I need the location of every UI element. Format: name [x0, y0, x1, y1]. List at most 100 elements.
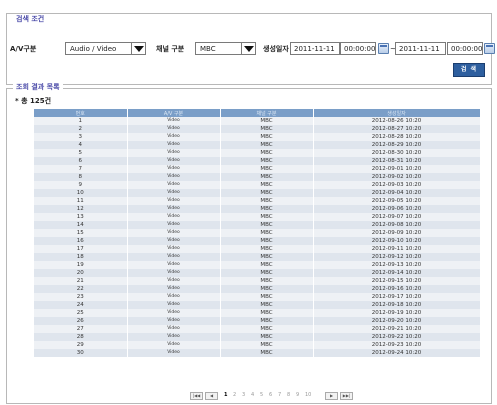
next-page-button[interactable]: ▶: [325, 392, 338, 400]
av-type-label: A/V구분: [10, 45, 37, 53]
cell-channel: MBC: [220, 253, 314, 261]
cell-av-type: Video: [127, 349, 221, 357]
table-row[interactable]: 26 Video MBC 2012-09-20 10:20: [34, 317, 481, 325]
from-date-input[interactable]: 2011-11-11: [290, 42, 340, 55]
cell-av-type: Video: [127, 277, 221, 285]
table-row[interactable]: 3 Video MBC 2012-08-28 10:20: [34, 133, 481, 141]
table-row[interactable]: 11 Video MBC 2012-09-05 10:20: [34, 197, 481, 205]
cell-av-type: Video: [127, 149, 221, 157]
table-row[interactable]: 4 Video MBC 2012-08-29 10:20: [34, 141, 481, 149]
cell-channel: MBC: [220, 317, 314, 325]
cell-number: 13: [34, 213, 128, 221]
cell-created-date: 2012-09-24 10:20: [313, 349, 481, 357]
channel-value: MBC: [200, 45, 216, 53]
channel-select[interactable]: MBC: [195, 42, 256, 55]
cell-channel: MBC: [220, 261, 314, 269]
page-number-link[interactable]: 6: [269, 392, 272, 398]
page-number-link[interactable]: 5: [260, 392, 263, 398]
table-row[interactable]: 10 Video MBC 2012-09-04 10:20: [34, 189, 481, 197]
to-time-input[interactable]: 00:00:00: [447, 42, 483, 55]
table-row[interactable]: 12 Video MBC 2012-09-06 10:20: [34, 205, 481, 213]
cell-av-type: Video: [127, 309, 221, 317]
table-row[interactable]: 25 Video MBC 2012-09-19 10:20: [34, 309, 481, 317]
table-row[interactable]: 2 Video MBC 2012-08-27 10:20: [34, 125, 481, 133]
cell-channel: MBC: [220, 333, 314, 341]
page-number-link[interactable]: 1: [224, 392, 227, 398]
table-row[interactable]: 5 Video MBC 2012-08-30 10:20: [34, 149, 481, 157]
cell-channel: MBC: [220, 173, 314, 181]
cell-av-type: Video: [127, 181, 221, 189]
cell-channel: MBC: [220, 141, 314, 149]
cell-created-date: 2012-09-14 10:20: [313, 269, 481, 277]
av-type-select[interactable]: Audio / Video: [65, 42, 146, 55]
column-header-av-type[interactable]: A/V 구분: [127, 109, 221, 117]
last-page-button[interactable]: ▶▶|: [340, 392, 353, 400]
cell-created-date: 2012-08-27 10:20: [313, 125, 481, 133]
table-row[interactable]: 30 Video MBC 2012-09-24 10:20: [34, 349, 481, 357]
cell-av-type: Video: [127, 205, 221, 213]
page-number-link[interactable]: 7: [278, 392, 281, 398]
table-row[interactable]: 14 Video MBC 2012-09-08 10:20: [34, 221, 481, 229]
table-row[interactable]: 23 Video MBC 2012-09-17 10:20: [34, 293, 481, 301]
cell-created-date: 2012-09-20 10:20: [313, 317, 481, 325]
table-row[interactable]: 22 Video MBC 2012-09-16 10:20: [34, 285, 481, 293]
cell-number: 24: [34, 301, 128, 309]
cell-number: 12: [34, 205, 128, 213]
page-number-link[interactable]: 9: [296, 392, 299, 398]
to-date-input[interactable]: 2011-11-11: [395, 42, 446, 55]
table-header-row: 번호 A/V 구분 채널 구분 생성일자: [34, 109, 481, 117]
search-button[interactable]: 검 색: [453, 63, 485, 77]
table-row[interactable]: 21 Video MBC 2012-09-15 10:20: [34, 277, 481, 285]
cell-number: 19: [34, 261, 128, 269]
from-time-input[interactable]: 00:00:00: [340, 42, 376, 55]
cell-number: 26: [34, 317, 128, 325]
cell-av-type: Video: [127, 117, 221, 125]
table-row[interactable]: 17 Video MBC 2012-09-11 10:20: [34, 245, 481, 253]
table-row[interactable]: 15 Video MBC 2012-09-09 10:20: [34, 229, 481, 237]
search-filter-row: A/V구분 Audio / Video 채널 구분 MBC 생성일자 2011-…: [10, 42, 497, 56]
table-row[interactable]: 1 Video MBC 2012-08-26 10:20: [34, 117, 481, 125]
table-row[interactable]: 19 Video MBC 2012-09-13 10:20: [34, 261, 481, 269]
cell-number: 8: [34, 173, 128, 181]
cell-av-type: Video: [127, 261, 221, 269]
total-count: * 총 125건: [15, 97, 52, 105]
table-row[interactable]: 9 Video MBC 2012-09-03 10:20: [34, 181, 481, 189]
column-header-channel[interactable]: 채널 구분: [220, 109, 314, 117]
cell-channel: MBC: [220, 309, 314, 317]
calendar-icon[interactable]: [378, 43, 389, 54]
table-row[interactable]: 8 Video MBC 2012-09-02 10:20: [34, 173, 481, 181]
cell-av-type: Video: [127, 341, 221, 349]
cell-av-type: Video: [127, 245, 221, 253]
table-row[interactable]: 16 Video MBC 2012-09-10 10:20: [34, 237, 481, 245]
cell-created-date: 2012-09-07 10:20: [313, 213, 481, 221]
calendar-icon[interactable]: [484, 43, 495, 54]
chevron-down-icon[interactable]: [241, 43, 255, 54]
table-row[interactable]: 24 Video MBC 2012-09-18 10:20: [34, 301, 481, 309]
column-header-created-date[interactable]: 생성일자: [313, 109, 481, 117]
page-number-link[interactable]: 3: [242, 392, 245, 398]
cell-channel: MBC: [220, 197, 314, 205]
cell-channel: MBC: [220, 325, 314, 333]
page-number-link[interactable]: 8: [287, 392, 290, 398]
table-row[interactable]: 20 Video MBC 2012-09-14 10:20: [34, 269, 481, 277]
table-row[interactable]: 27 Video MBC 2012-09-21 10:20: [34, 325, 481, 333]
first-page-button[interactable]: |◀◀: [190, 392, 203, 400]
table-row[interactable]: 29 Video MBC 2012-09-23 10:20: [34, 341, 481, 349]
cell-channel: MBC: [220, 269, 314, 277]
cell-number: 17: [34, 245, 128, 253]
page-number-link[interactable]: 10: [305, 392, 311, 398]
table-row[interactable]: 18 Video MBC 2012-09-12 10:20: [34, 253, 481, 261]
table-row[interactable]: 6 Video MBC 2012-08-31 10:20: [34, 157, 481, 165]
page-number-link[interactable]: 2: [233, 392, 236, 398]
column-header-number[interactable]: 번호: [34, 109, 128, 117]
page-number-link[interactable]: 4: [251, 392, 254, 398]
table-row[interactable]: 7 Video MBC 2012-09-01 10:20: [34, 165, 481, 173]
cell-av-type: Video: [127, 229, 221, 237]
prev-page-button[interactable]: ◀: [205, 392, 218, 400]
cell-number: 27: [34, 325, 128, 333]
table-row[interactable]: 28 Video MBC 2012-09-22 10:20: [34, 333, 481, 341]
cell-created-date: 2012-09-02 10:20: [313, 173, 481, 181]
cell-channel: MBC: [220, 165, 314, 173]
table-row[interactable]: 13 Video MBC 2012-09-07 10:20: [34, 213, 481, 221]
chevron-down-icon[interactable]: [131, 43, 145, 54]
